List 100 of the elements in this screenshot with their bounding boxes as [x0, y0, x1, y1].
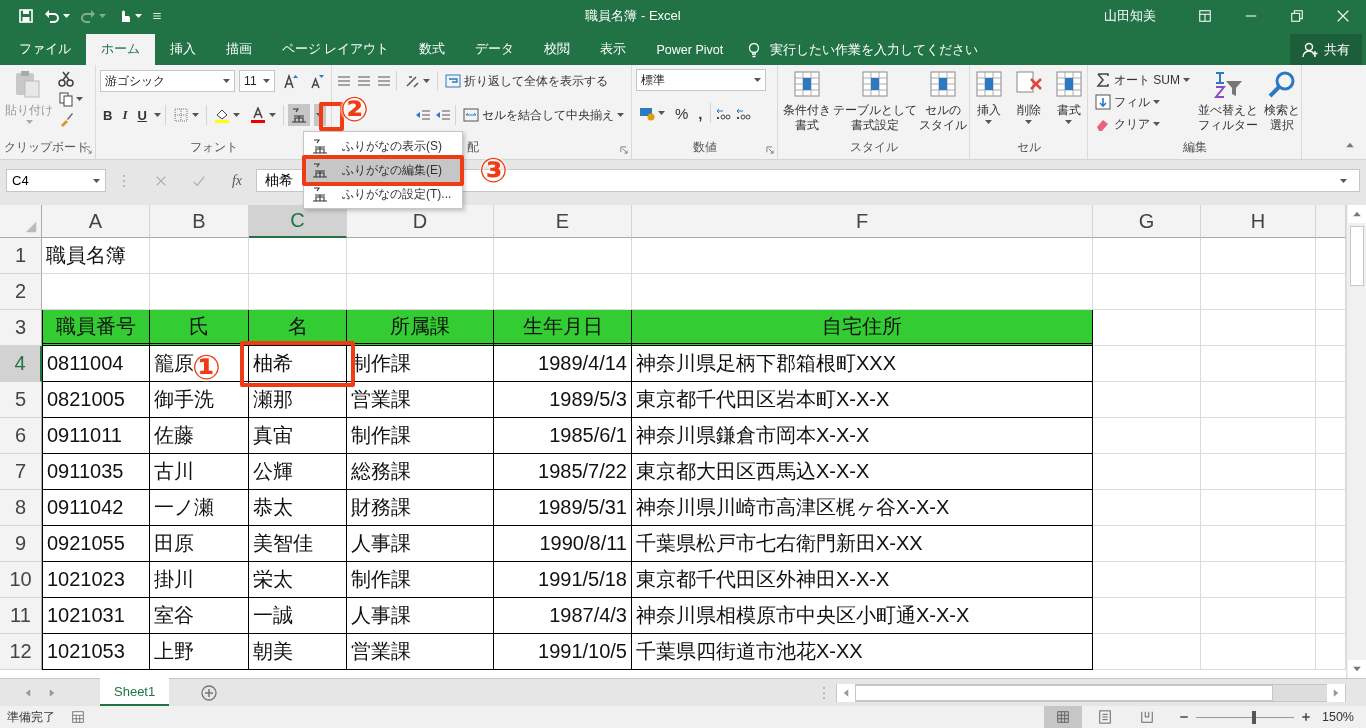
select-all-icon: [24, 220, 38, 234]
row-header[interactable]: 11: [0, 598, 42, 634]
ribbon-tab[interactable]: 表示: [585, 34, 642, 65]
new-sheet-button[interactable]: [201, 684, 218, 701]
row-header[interactable]: 2: [0, 274, 42, 310]
editing-button[interactable]: 並べ替えと フィルター: [1197, 69, 1259, 139]
row-header[interactable]: 10: [0, 562, 42, 598]
normal-view-button[interactable]: [1044, 706, 1082, 728]
column-header[interactable]: G: [1093, 205, 1201, 238]
cells-button[interactable]: 挿入: [971, 69, 1006, 139]
column-header[interactable]: H: [1201, 205, 1316, 238]
vertical-scroll-thumb[interactable]: [1349, 226, 1364, 286]
scroll-down-button[interactable]: [1347, 660, 1366, 678]
table-cell: 一誠: [249, 598, 347, 634]
font-name-field[interactable]: 游ゴシック: [100, 70, 236, 92]
horizontal-scrollbar[interactable]: [836, 683, 1346, 702]
table-cell: 営業課: [347, 382, 494, 418]
row-header[interactable]: 12: [0, 634, 42, 670]
row-header[interactable]: 4: [0, 346, 42, 382]
row-header[interactable]: 1: [0, 238, 42, 274]
table-cell: 1990/8/11: [494, 526, 632, 562]
row-header[interactable]: 3: [0, 310, 42, 346]
number-format-field[interactable]: 標準: [636, 69, 766, 91]
style-button[interactable]: テーブルとして 書式設定: [832, 69, 918, 139]
autosum-button[interactable]: オート SUM: [1092, 69, 1193, 91]
group-label: 編集: [1182, 140, 1207, 154]
ribbon-tab[interactable]: Power Pivot: [641, 34, 739, 65]
row-header[interactable]: 5: [0, 382, 42, 418]
table-cell: 人事課: [347, 598, 494, 634]
fill-button[interactable]: フィル: [1092, 91, 1193, 113]
table-cell: 財務課: [347, 490, 494, 526]
tell-me-field[interactable]: 実行したい作業を入力してください: [768, 41, 1119, 58]
editing-button[interactable]: 検索と 選択: [1263, 69, 1301, 139]
table-cell: 0821005: [42, 382, 150, 418]
percent-button[interactable]: %: [672, 102, 692, 124]
select-all-button[interactable]: [0, 205, 42, 238]
caret-icon: [1153, 122, 1160, 126]
ribbon-tab[interactable]: ページ レイアウト: [267, 34, 405, 65]
decrease-indent-icon: [415, 107, 432, 123]
clear-button[interactable]: クリア: [1092, 113, 1193, 135]
undo-button[interactable]: [44, 8, 70, 24]
dialog-launcher-icon: [620, 146, 628, 154]
ribbon-tab[interactable]: 描画: [211, 34, 267, 65]
column-header[interactable]: E: [494, 205, 632, 238]
caret-icon: [223, 79, 231, 83]
ribbon-tab[interactable]: ホーム: [86, 34, 155, 65]
style-button[interactable]: セルの スタイル: [918, 69, 968, 139]
horizontal-scroll-thumb[interactable]: [855, 684, 1273, 701]
table-cell: 御手洗: [150, 382, 249, 418]
group-label: 数値: [692, 140, 717, 154]
wrap-text-button[interactable]: 折り返して全体を表示する: [442, 70, 611, 92]
table-cell: 美智佳: [249, 526, 347, 562]
page-icon: [1098, 710, 1112, 724]
save-button[interactable]: [18, 8, 34, 24]
redo-button[interactable]: [80, 8, 106, 24]
underline-button[interactable]: U: [134, 104, 150, 126]
row-header[interactable]: 9: [0, 526, 42, 562]
column-header[interactable]: B: [150, 205, 249, 238]
ribbon-tab[interactable]: データ: [460, 34, 530, 65]
font-size-field[interactable]: 11: [239, 70, 275, 92]
close-icon: [1336, 9, 1350, 23]
table-cell: 営業課: [347, 634, 494, 670]
scroll-left-button[interactable]: [837, 683, 855, 702]
table-cell: 一ノ瀬: [150, 490, 249, 526]
table-cell: 0921055: [42, 526, 150, 562]
sheet-tab[interactable]: Sheet1: [100, 678, 170, 706]
table-cell: 古川: [150, 454, 249, 490]
column-header[interactable]: F: [632, 205, 1093, 238]
column-header[interactable]: C: [249, 205, 347, 238]
step-number: ①: [192, 350, 221, 384]
row-header[interactable]: 8: [0, 490, 42, 526]
ribbon-tab[interactable]: ファイル: [4, 34, 86, 65]
scroll-up-button[interactable]: [1347, 205, 1366, 223]
ribbon-tab[interactable]: 数式: [404, 34, 461, 65]
menu-item[interactable]: ふりがなの表示(S): [304, 134, 462, 158]
cells-button[interactable]: 書式: [1051, 69, 1086, 139]
caret-icon: [93, 178, 100, 183]
comma-button[interactable]: ,: [695, 102, 706, 124]
insert-function-button[interactable]: fx: [218, 171, 256, 190]
grip-icon: [122, 173, 126, 188]
share-button[interactable]: 共有: [1290, 34, 1362, 65]
column-header[interactable]: D: [347, 205, 494, 238]
merge-center-button[interactable]: セルを結合して中央揃え: [460, 104, 627, 126]
ribbon-tab[interactable]: 挿入: [155, 34, 211, 65]
cells-button[interactable]: 削除: [1011, 69, 1046, 139]
bold-button[interactable]: B: [100, 104, 116, 126]
scroll-right-button[interactable]: [1327, 683, 1345, 702]
column-header[interactable]: A: [42, 205, 150, 238]
italic-button[interactable]: I: [119, 104, 131, 126]
row-header[interactable]: 6: [0, 418, 42, 454]
customize-toolbar-button[interactable]: [152, 11, 162, 21]
style-button[interactable]: 条件付き 書式: [782, 69, 832, 139]
table-cell: 千葉県松戸市七右衛門新田X-XX: [632, 526, 1093, 562]
name-box[interactable]: C4: [6, 169, 106, 192]
row-header[interactable]: 7: [0, 454, 42, 490]
furigana-button[interactable]: [287, 104, 310, 126]
zoom-in-button[interactable]: [1300, 711, 1312, 723]
sigma-icon: [1095, 72, 1111, 88]
ribbon-tab[interactable]: 校閲: [529, 34, 586, 65]
align-middle-icon: [356, 73, 372, 89]
